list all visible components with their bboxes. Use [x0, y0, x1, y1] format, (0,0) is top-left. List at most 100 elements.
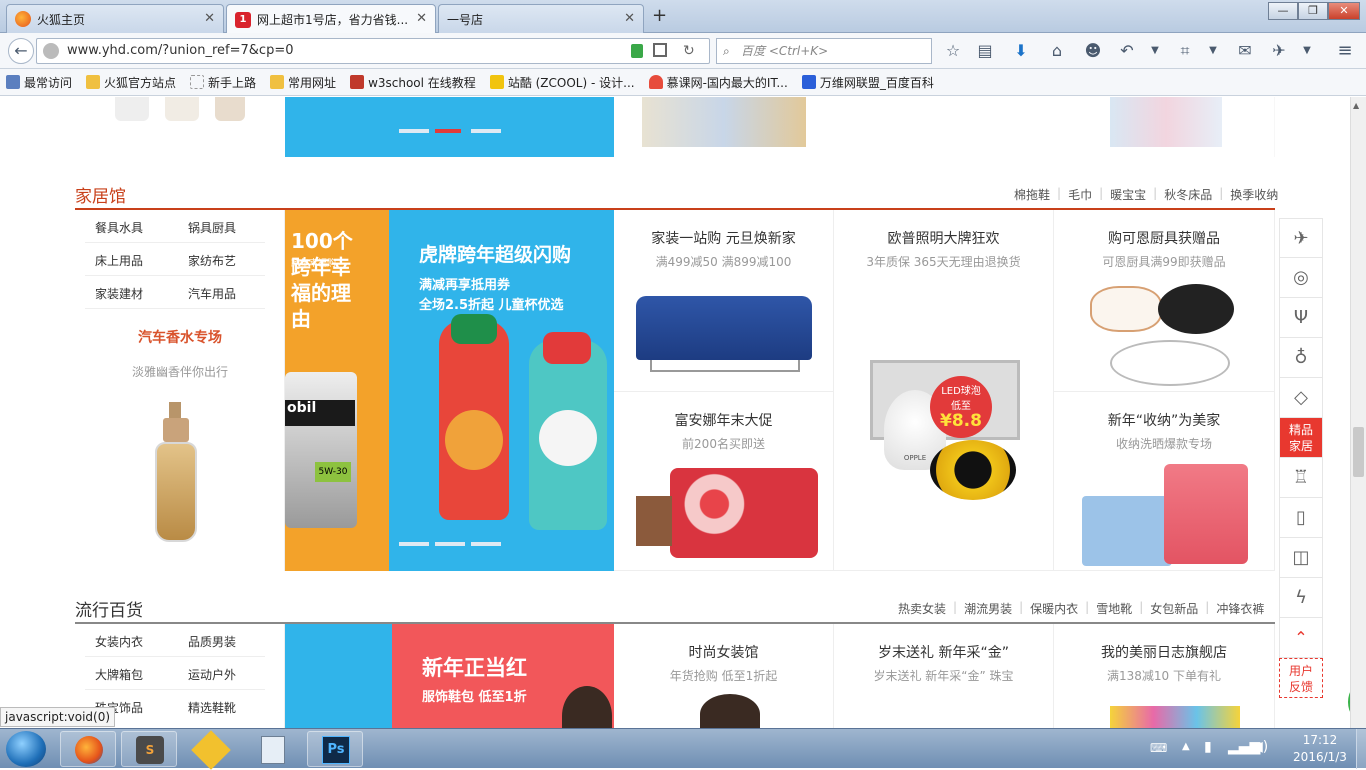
plane-icon[interactable]: ✈ [1279, 218, 1323, 258]
bookmark-item[interactable]: 慕课网-国内最大的IT... [648, 74, 788, 91]
category-link[interactable]: 品质男装 [188, 633, 236, 650]
keyboard-icon[interactable]: ⌨ [1150, 741, 1167, 755]
show-desktop-button[interactable] [1356, 729, 1366, 769]
minimize-button[interactable]: — [1268, 2, 1298, 20]
home-icon[interactable]: ⌂ [1046, 40, 1068, 62]
close-tab-icon[interactable]: ✕ [416, 11, 427, 26]
search-input[interactable]: ⌕ 百度 <Ctrl+K> [716, 38, 932, 64]
carousel-dot[interactable] [399, 542, 429, 546]
bottle-icon[interactable]: ♁ [1279, 338, 1323, 378]
address-bar[interactable]: www.yhd.com/?union_ref=7&cp=0 ↻ [36, 38, 710, 64]
vertical-scrollbar[interactable]: ▲ [1350, 97, 1366, 728]
carousel-dot[interactable] [399, 129, 429, 133]
feedback-button[interactable]: 用户反馈 [1279, 658, 1323, 698]
quick-link[interactable]: 女包新品 [1150, 600, 1198, 617]
shield-icon[interactable] [631, 44, 643, 58]
volume-icon[interactable]: ◀) [1252, 739, 1268, 755]
close-tab-icon[interactable]: ✕ [624, 11, 635, 26]
undo-icon[interactable]: ↶ [1116, 40, 1138, 62]
bookmark-item[interactable]: 站酷 (ZCOOL) - 设计... [489, 74, 635, 91]
bookmark-item[interactable]: 最常访问 [6, 74, 72, 91]
quick-link[interactable]: 棉拖鞋 [1014, 186, 1050, 203]
product-thumbnail[interactable] [75, 97, 285, 157]
qrcode-icon[interactable] [653, 43, 667, 57]
promo-title[interactable]: 汽车香水专场 [75, 327, 285, 347]
promo-cell[interactable]: 欧普照明大牌狂欢 3年质保 365天无理由退换货 OPPLE LED球泡 低至 … [834, 210, 1054, 571]
category-link[interactable]: 家纺布艺 [188, 252, 236, 269]
reading-list-icon[interactable]: ▤ [974, 40, 996, 62]
bag-icon[interactable]: ♖ [1279, 458, 1323, 498]
product-thumbnail[interactable] [834, 97, 1054, 157]
promo-cell[interactable]: 新年“收纳”为美家 收纳洗晒爆款专场 [1054, 392, 1275, 571]
lightning-icon[interactable]: ϟ [1279, 578, 1323, 618]
chat-icon[interactable]: ✉ [1234, 40, 1256, 62]
carousel-dot-active[interactable] [435, 129, 461, 133]
bookmark-item[interactable]: 火狐官方站点 [86, 74, 176, 91]
quick-link[interactable]: 冲锋衣裤 [1216, 600, 1264, 617]
clock-date[interactable]: 2016/1/3 [1290, 750, 1350, 764]
promo-cell[interactable]: 家装一站购 元旦焕新家 满499减50 满899减100 [614, 210, 834, 392]
category-link[interactable]: 家装建材 [95, 285, 143, 302]
tray-expand-icon[interactable]: ▲ [1182, 741, 1190, 752]
new-tab-button[interactable]: + [652, 5, 667, 26]
category-link[interactable]: 女装内衣 [95, 633, 143, 650]
quick-link[interactable]: 暖宝宝 [1110, 186, 1146, 203]
diamond-icon[interactable]: ◇ [1279, 378, 1323, 418]
category-link[interactable]: 汽车用品 [188, 285, 236, 302]
quick-link[interactable]: 雪地靴 [1096, 600, 1132, 617]
scrollbar-thumb[interactable] [1353, 427, 1364, 477]
category-link[interactable]: 锅具厨具 [188, 219, 236, 236]
phone-icon[interactable]: ▯ [1279, 498, 1323, 538]
category-link[interactable]: 大牌箱包 [95, 666, 143, 683]
promo-cell[interactable]: 富安娜年末大促 前200名买即送 [614, 392, 834, 571]
tab-yhd[interactable]: 1 网上超市1号店，省力省钱... ✕ [226, 4, 436, 34]
category-link[interactable]: 运动户外 [188, 666, 236, 683]
addon-icon[interactable]: ✈ [1268, 40, 1290, 62]
promo-cell[interactable]: 岁末送礼 新年采“金” 岁末送礼 新年采“金” 珠宝 [834, 624, 1054, 728]
bookmark-star-icon[interactable]: ☆ [942, 40, 964, 62]
promo-cell[interactable]: 购可恩厨具获赠品 可恩厨具满99即获赠品 [1054, 210, 1275, 392]
tab-yihaodian[interactable]: 一号店 ✕ [438, 4, 644, 33]
back-button[interactable]: ← [8, 38, 34, 64]
quick-link[interactable]: 毛巾 [1068, 186, 1092, 203]
menu-icon[interactable]: ≡ [1334, 40, 1356, 62]
download-icon[interactable]: ⬇ [1010, 40, 1032, 62]
category-link[interactable]: 床上用品 [95, 252, 143, 269]
close-tab-icon[interactable]: ✕ [204, 11, 215, 26]
battery-icon[interactable]: ▮ [1204, 739, 1212, 755]
taskbar-sublime[interactable]: S [121, 731, 177, 767]
section-title-home[interactable]: 家居馆 [75, 182, 126, 207]
box-icon[interactable]: ◫ [1279, 538, 1323, 578]
promo-cell[interactable]: 我的美丽日志旗舰店 满138减10 下单有礼 [1054, 624, 1275, 728]
product-thumbnail[interactable] [614, 97, 834, 157]
chevron-down-icon[interactable]: ▼ [1296, 40, 1318, 62]
side-banner[interactable] [285, 624, 392, 728]
globe-icon[interactable]: ◎ [1279, 258, 1323, 298]
carousel-dot[interactable] [435, 542, 465, 546]
category-link[interactable]: 精选鞋靴 [188, 699, 236, 716]
back-to-top-icon[interactable]: ⌃ [1279, 618, 1323, 658]
product-thumbnail[interactable] [1054, 97, 1274, 157]
taskbar-firefox[interactable] [60, 731, 116, 767]
quick-link[interactable]: 秋冬床品 [1164, 186, 1212, 203]
side-banner[interactable]: 100个跨年幸福的理由 跨年幸福购 obil 5W-30 [285, 210, 389, 571]
maximize-button[interactable]: ❐ [1298, 2, 1328, 20]
emoji-icon[interactable]: ☻ [1082, 40, 1104, 62]
close-window-button[interactable]: ✕ [1328, 2, 1360, 20]
carousel-dot[interactable] [471, 129, 501, 133]
carousel-banner[interactable] [285, 97, 614, 157]
carousel-dot[interactable] [471, 542, 501, 546]
scroll-up-arrow[interactable]: ▲ [1353, 101, 1359, 110]
section-title-fashion[interactable]: 流行百货 [75, 596, 143, 621]
tab-firefox-home[interactable]: 火狐主页 ✕ [6, 4, 224, 33]
taskbar-photoshop[interactable]: Ps [307, 731, 363, 767]
bookmark-item[interactable]: 常用网址 [270, 74, 336, 91]
quick-link[interactable]: 潮流男装 [964, 600, 1012, 617]
chevron-down-icon[interactable]: ▼ [1202, 40, 1224, 62]
main-banner-thermos[interactable]: 虎牌跨年超级闪购 满减再享抵用券 全场2.5折起 儿童杯优选 [389, 210, 614, 571]
quick-link[interactable]: 热卖女装 [898, 600, 946, 617]
quick-link[interactable]: 保暖内衣 [1030, 600, 1078, 617]
perfume-bottle-image[interactable] [155, 442, 197, 542]
fork-knife-icon[interactable]: Ψ [1279, 298, 1323, 338]
taskbar-calculator[interactable] [244, 731, 300, 767]
